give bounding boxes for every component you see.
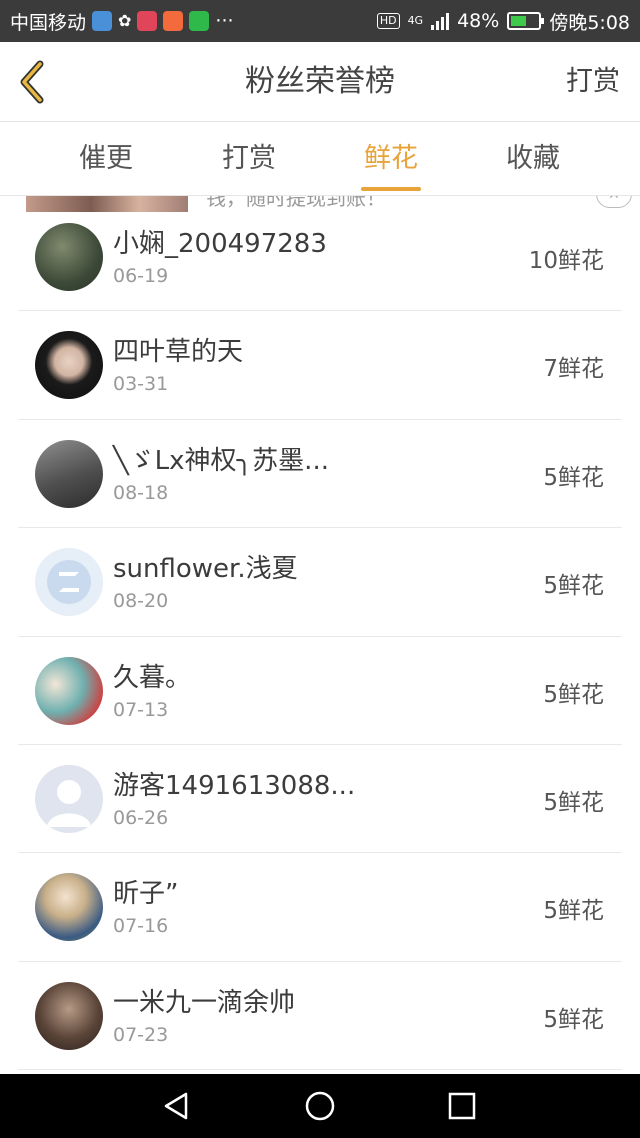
list-item[interactable]: 一米九一滴余帅 07-23 5鲜花	[18, 962, 622, 1071]
battery-percent: 48%	[457, 10, 500, 32]
fan-amount: 5鲜花	[543, 789, 604, 816]
page-title: 粉丝荣誉榜	[245, 64, 395, 99]
default-user-avatar-icon	[47, 779, 91, 827]
fan-name: 游客1491613088...	[113, 770, 356, 801]
signal-icon	[431, 12, 450, 30]
fan-name: 四叶草的天	[113, 337, 244, 368]
tab-urge[interactable]: 催更	[46, 122, 166, 196]
list-item[interactable]: 小娴_200497283 06-19 10鲜花	[18, 203, 622, 312]
tab-collect[interactable]: 收藏	[473, 122, 593, 196]
status-bar: 中国移动 ✿ ··· HD 4G 48% 傍晚5:08	[0, 0, 640, 42]
fan-amount: 5鲜花	[543, 681, 604, 708]
avatar[interactable]	[35, 656, 103, 725]
video-app-icon	[163, 11, 184, 31]
avatar[interactable]	[35, 981, 103, 1050]
fan-name: 久暮。	[113, 662, 192, 693]
avatar[interactable]	[35, 331, 103, 400]
system-nav-bar	[0, 1074, 640, 1138]
avatar[interactable]	[35, 548, 103, 617]
reward-button[interactable]: 打赏	[566, 42, 620, 122]
music-app-icon	[137, 11, 158, 31]
list-item[interactable]: ╲ゞLx神权╮苏墨... 08-18 5鲜花	[18, 420, 622, 529]
list-item[interactable]: sunflower.浅夏 08-20 5鲜花	[18, 528, 622, 637]
tab-flowers[interactable]: 鲜花	[331, 122, 451, 196]
fan-name: 小娴_200497283	[113, 229, 327, 259]
clock: 傍晚5:08	[549, 11, 630, 34]
fan-name: 一米九一滴余帅	[113, 987, 296, 1018]
fan-date: 08-20	[113, 590, 169, 613]
title-bar: 粉丝荣誉榜 打赏	[0, 42, 640, 122]
fan-date: 07-23	[113, 1023, 169, 1046]
home-circle-icon[interactable]	[304, 1090, 336, 1122]
fan-list: 小娴_200497283 06-19 10鲜花 四叶草的天 03-31 7鲜花 …	[0, 203, 640, 1071]
fan-name: sunflower.浅夏	[113, 554, 298, 585]
avatar[interactable]	[35, 439, 103, 508]
iqiyi-icon	[189, 11, 210, 31]
network-type: 4G	[407, 14, 424, 27]
fan-amount: 5鲜花	[543, 573, 604, 600]
list-item[interactable]: 昕子” 07-16 5鲜花	[18, 853, 622, 962]
fan-date: 07-16	[113, 915, 169, 938]
list-item[interactable]: 游客1491613088... 06-26 5鲜花	[18, 745, 622, 854]
avatar[interactable]	[35, 764, 103, 833]
tab-reward[interactable]: 打赏	[189, 122, 309, 196]
wechat-icon: ✿	[118, 11, 132, 30]
recents-square-icon[interactable]	[446, 1090, 478, 1122]
list-item[interactable]: 四叶草的天 03-31 7鲜花	[18, 311, 622, 420]
fan-date: 08-18	[113, 481, 169, 504]
fan-date: 06-19	[113, 265, 169, 287]
default-z-avatar-icon	[47, 560, 91, 605]
fan-amount: 7鲜花	[543, 356, 604, 383]
list-item[interactable]: 久暮。 07-13 5鲜花	[18, 637, 622, 745]
avatar[interactable]	[35, 873, 103, 942]
fan-amount: 5鲜花	[543, 898, 604, 925]
back-triangle-icon[interactable]	[160, 1090, 192, 1122]
tab-bar: 催更 打赏 鲜花 收藏	[0, 122, 640, 196]
fan-date: 07-13	[113, 698, 169, 721]
carrier-label: 中国移动	[10, 11, 87, 34]
battery-icon	[507, 12, 545, 30]
fan-name: 昕子”	[113, 879, 179, 910]
hd-badge: HD	[376, 13, 400, 29]
more-notifications-icon: ···	[215, 10, 234, 32]
fan-name: ╲ゞLx神权╮苏墨...	[113, 445, 329, 476]
fan-date: 06-26	[113, 806, 169, 829]
fan-amount: 5鲜花	[543, 1006, 604, 1033]
fan-date: 03-31	[113, 373, 169, 396]
app-notification-icon	[92, 11, 113, 31]
avatar[interactable]	[35, 223, 103, 291]
active-tab-indicator	[361, 187, 421, 191]
fan-amount: 10鲜花	[528, 248, 604, 274]
fan-amount: 5鲜花	[543, 464, 604, 491]
